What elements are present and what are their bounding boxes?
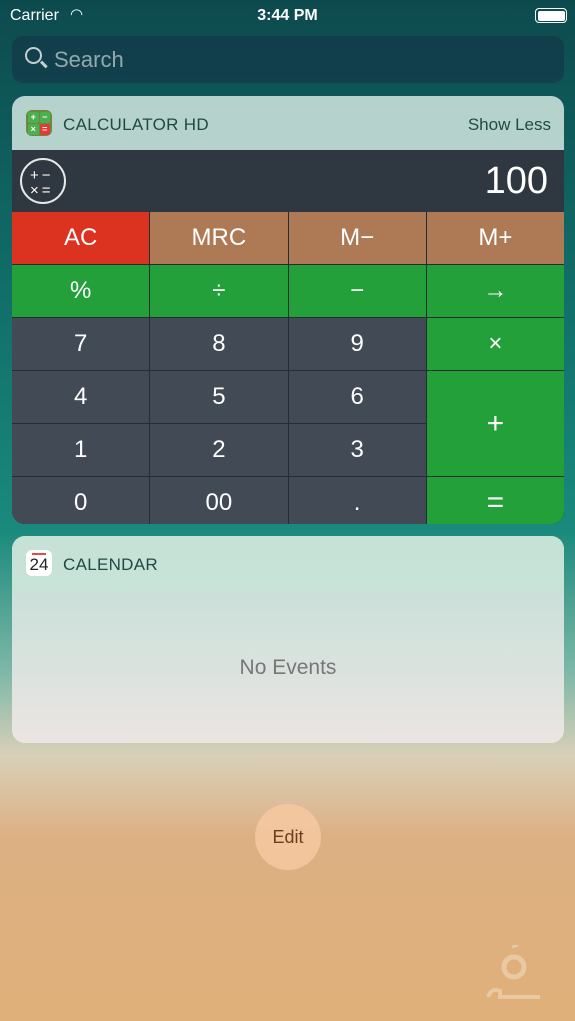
search-placeholder: Search (54, 47, 124, 72)
battery-icon (535, 8, 567, 23)
search-input[interactable]: Search (12, 36, 564, 83)
edit-button[interactable]: Edit (255, 804, 321, 870)
multiply-key[interactable]: × (426, 318, 564, 370)
key-7[interactable]: 7 (12, 318, 150, 370)
m-minus-key[interactable]: M− (288, 212, 426, 264)
percent-key[interactable]: % (12, 265, 150, 317)
ac-key[interactable]: AC (12, 212, 150, 264)
calendar-app-icon: 24 (26, 550, 52, 576)
key-4[interactable]: 4 (12, 371, 150, 423)
key-8[interactable]: 8 (150, 318, 288, 370)
key-5[interactable]: 5 (150, 371, 288, 423)
backspace-key[interactable]: → (426, 265, 564, 317)
minus-key[interactable]: − (288, 265, 426, 317)
calendar-widget: 24 CALENDAR No Events (12, 536, 564, 743)
clock: 3:44 PM (257, 7, 318, 24)
no-events-label: No Events (239, 656, 337, 679)
show-less-button[interactable]: Show Less (468, 115, 551, 135)
m-plus-key[interactable]: M+ (426, 212, 564, 264)
key-9[interactable]: 9 (288, 318, 426, 370)
calendar-icon-day: 24 (29, 555, 49, 574)
key-6[interactable]: 6 (288, 371, 426, 423)
key-1[interactable]: 1 (12, 424, 150, 476)
display-value: 100 (484, 160, 548, 202)
divide-key[interactable]: ÷ (150, 265, 288, 317)
calculator-widget: + − × = CALCULATOR HD Show Less +− ×= 100 AC… (12, 96, 564, 524)
key-00[interactable]: 00 (150, 477, 288, 524)
plus-key[interactable]: + (426, 371, 564, 476)
decimal-key[interactable]: . (288, 477, 426, 524)
widget-title: CALCULATOR HD (63, 115, 209, 134)
key-0[interactable]: 0 (12, 477, 150, 524)
operations-icon[interactable]: +− ×= (20, 158, 66, 204)
key-3[interactable]: 3 (288, 424, 426, 476)
calculator-display: +− ×= 100 (12, 150, 564, 212)
equals-key[interactable]: = (426, 477, 564, 524)
watermark-logo (486, 945, 540, 999)
calendar-header: 24 CALENDAR (12, 536, 564, 591)
mrc-key[interactable]: MRC (150, 212, 288, 264)
search-icon (25, 47, 42, 64)
widget-title: CALENDAR (63, 555, 158, 574)
calculator-header: + − × = CALCULATOR HD Show Less (12, 96, 564, 150)
keypad: AC MRC M− M+ % ÷ − → 7 8 9 × 4 5 6 + 1 2… (12, 212, 564, 524)
calculator-app-icon: + − × = (26, 110, 52, 136)
status-bar: Carrier ◠ 3:44 PM (0, 0, 575, 32)
key-2[interactable]: 2 (150, 424, 288, 476)
